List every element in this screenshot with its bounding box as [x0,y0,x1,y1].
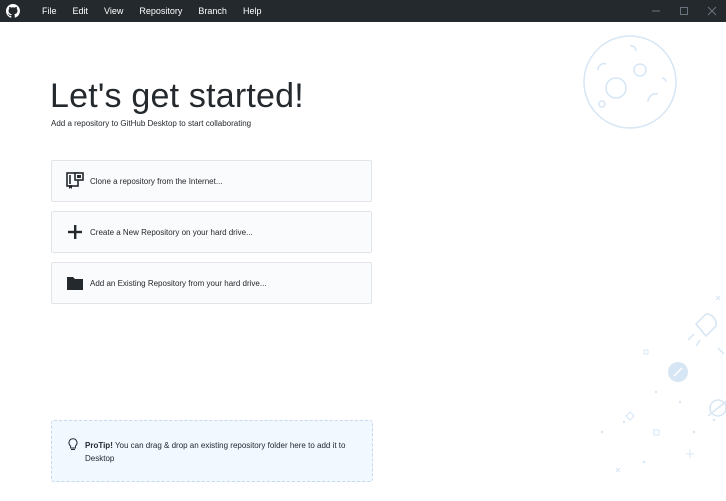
page-title: Let's get started! [50,77,304,115]
space-illustration-icon [600,295,726,473]
minimize-icon [652,10,660,12]
protip-label: ProTip! [85,441,113,450]
menu-branch[interactable]: Branch [190,0,235,22]
create-repository-label: Create a New Repository on your hard dri… [90,227,253,237]
add-existing-repository-button[interactable]: Add an Existing Repository from your har… [51,262,372,304]
protip-box: ProTip! You can drag & drop an existing … [51,420,373,482]
title-bar: File Edit View Repository Branch Help [0,0,726,22]
plus-icon [64,221,86,243]
close-icon [707,6,717,16]
close-button[interactable] [698,0,726,22]
menu-help[interactable]: Help [235,0,270,22]
create-repository-button[interactable]: Create a New Repository on your hard dri… [51,211,372,253]
clone-repo-icon [64,170,86,192]
page-subtitle: Add a repository to GitHub Desktop to st… [51,119,252,128]
maximize-button[interactable] [670,0,698,22]
moon-illustration-icon [583,35,677,129]
menu-bar: File Edit View Repository Branch Help [34,0,269,22]
menu-repository[interactable]: Repository [131,0,190,22]
github-logo-icon [2,0,24,22]
menu-view[interactable]: View [96,0,131,22]
minimize-button[interactable] [642,0,670,22]
window-controls [642,0,726,22]
folder-icon [64,272,86,294]
clone-repository-button[interactable]: Clone a repository from the Internet... [51,160,372,202]
protip-message: You can drag & drop an existing reposito… [85,441,346,463]
clone-repository-label: Clone a repository from the Internet... [90,176,223,186]
menu-file[interactable]: File [34,0,65,22]
menu-edit[interactable]: Edit [65,0,97,22]
add-existing-repository-label: Add an Existing Repository from your har… [90,278,267,288]
protip-text: ProTip! You can drag & drop an existing … [85,439,355,465]
lightbulb-icon [68,438,78,450]
maximize-icon [680,7,688,15]
